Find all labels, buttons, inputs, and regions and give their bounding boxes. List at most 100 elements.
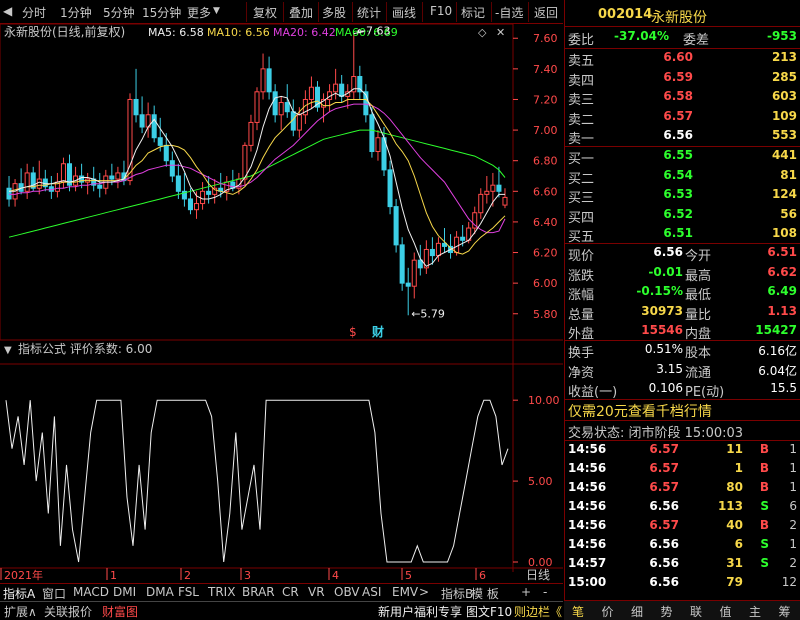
more-dropdown-icon[interactable]: ▼ — [213, 6, 220, 16]
btn-restore-rights[interactable]: 复权 — [253, 4, 277, 21]
tick-row: 14:56 6.57 80 B 1 — [565, 480, 800, 499]
candle-body — [254, 91, 260, 123]
stat-row: 涨幅 -0.15% 最低 6.49 — [565, 284, 800, 303]
indicator-tab[interactable]: 窗口 — [42, 585, 66, 602]
indicator-tab[interactable]: TRIX — [208, 585, 235, 599]
collapse-icon[interactable]: ◀ — [3, 4, 12, 18]
stat-label: 收益(一) — [568, 385, 618, 400]
tab-5min[interactable]: 5分钟 — [103, 4, 135, 21]
btn-draw-line[interactable]: 画线 — [392, 4, 416, 21]
tick-price: 6.57 — [649, 461, 679, 475]
indicator-tab[interactable]: EMV — [392, 585, 418, 599]
btn-multi-stock[interactable]: 多股 — [322, 4, 346, 21]
candle-body — [399, 244, 405, 284]
candle-body — [490, 184, 496, 192]
tab-15min[interactable]: 15分钟 — [142, 4, 181, 21]
btn-overlay[interactable]: 叠加 — [289, 4, 313, 21]
sidebar-toggle[interactable]: 则边栏《 — [514, 603, 562, 620]
tick-side: B — [759, 480, 769, 494]
tick-count: 6 — [789, 499, 797, 513]
stat-value: -0.15% — [636, 284, 683, 298]
indicator-tab[interactable]: VR — [308, 585, 325, 599]
tick-time: 14:56 — [568, 537, 607, 551]
btn-self-select[interactable]: -自选 — [495, 4, 523, 21]
bid-volume: 56 — [780, 206, 797, 221]
expand-button[interactable]: 扩展∧ — [4, 603, 37, 620]
quote-tab[interactable]: 主 — [749, 603, 761, 620]
quote-tab[interactable]: 势 — [661, 603, 673, 620]
bid-volume: 124 — [771, 187, 797, 201]
kline-chart[interactable]: 永新股份(日线,前复权) MA5: 6.58 MA10: 6.56 MA20: 6.4… — [0, 24, 563, 614]
stat-value: 6.04亿 — [758, 363, 797, 378]
tick-count: 1 — [789, 537, 797, 551]
tick-price: 6.57 — [649, 442, 679, 456]
indicator-axis-label: 10.00 — [528, 394, 560, 407]
tab-intraday[interactable]: 分时 — [22, 4, 46, 21]
wealth-chart-button[interactable]: 财富图 — [102, 603, 138, 620]
indicator-tab[interactable]: 指标B — [441, 585, 473, 602]
indicator-tab[interactable]: - — [543, 585, 547, 599]
btn-f10[interactable]: F10 — [430, 4, 452, 18]
financial-report-marker[interactable]: 财 — [371, 324, 384, 339]
new-user-promo[interactable]: 新用户福利专享 — [378, 603, 462, 620]
candle-body — [484, 190, 490, 195]
btn-statistics[interactable]: 统计 — [357, 4, 381, 21]
candle-body — [36, 178, 42, 189]
tick-side: B — [759, 442, 769, 456]
stat-value: 6.49 — [767, 284, 797, 298]
btn-back[interactable]: 返回 — [534, 4, 558, 21]
indicator-tab[interactable]: BRAR — [242, 585, 275, 599]
stat-row: 总量 30973 量比 1.13 — [565, 304, 800, 323]
close-icon[interactable]: ✕ — [496, 26, 505, 39]
quote-tab[interactable]: 值 — [720, 603, 732, 620]
panel-separator — [565, 48, 800, 49]
indicator-tab[interactable]: > — [419, 585, 429, 599]
indicator-tab[interactable]: DMI — [113, 585, 136, 599]
indicator-tab[interactable]: 模 板 — [471, 585, 499, 602]
bid-volume: 108 — [771, 226, 797, 240]
indicator-tab[interactable]: DMA — [146, 585, 174, 599]
indicator-tab[interactable]: + — [521, 585, 531, 599]
stat-label: 涨跌 — [568, 268, 595, 284]
quote-tab[interactable]: 筹 — [779, 603, 791, 620]
f10-text-button[interactable]: 图文F10 — [466, 603, 512, 620]
tab-more[interactable]: 更多 — [187, 4, 211, 21]
indicator-tab[interactable]: 指标A — [3, 585, 35, 602]
panel-separator — [565, 243, 800, 244]
tab-1min[interactable]: 1分钟 — [60, 4, 92, 21]
indicator-tab[interactable]: CR — [282, 585, 299, 599]
quote-tab[interactable]: 价 — [602, 603, 614, 620]
tick-volume: 1 — [734, 461, 743, 475]
stat-label: 净资 — [568, 365, 595, 381]
promo-row[interactable]: 仅需20元查看千档行情 — [565, 401, 800, 420]
indicator-tab[interactable]: ASI — [362, 585, 381, 599]
panel-separator — [565, 340, 800, 341]
indicator-tab[interactable]: OBV — [334, 585, 360, 599]
tick-count: 1 — [789, 461, 797, 475]
quote-tab[interactable]: 笔 — [572, 603, 584, 620]
stat-label: 量比 — [685, 307, 712, 323]
quote-tab[interactable]: 细 — [631, 603, 643, 620]
diamond-icon[interactable]: ◇ — [478, 26, 487, 39]
tick-row: 14:56 6.57 11 B 1 — [565, 442, 800, 461]
period-label[interactable]: 日线 — [526, 568, 550, 582]
price-axis-label: 7.40 — [533, 63, 558, 76]
quote-tab[interactable]: 联 — [690, 603, 702, 620]
ma5-label: MA5: 6.58 — [148, 26, 204, 39]
ma60-line — [8, 129, 506, 238]
stat-label: 涨幅 — [568, 288, 595, 303]
tick-row: 14:57 6.56 31 S 2 — [565, 556, 800, 575]
candle-body — [387, 169, 393, 208]
candle-body — [460, 236, 466, 241]
dividend-marker[interactable]: $ — [349, 325, 357, 339]
tick-count: 1 — [789, 442, 797, 456]
indicator-tab[interactable]: FSL — [178, 585, 199, 599]
indicator-menu-icon[interactable]: ▼ — [4, 345, 12, 356]
ask-row: 卖三 6.58 603 — [565, 89, 800, 108]
btn-mark[interactable]: 标记 — [461, 4, 485, 21]
candle-body — [284, 102, 290, 113]
related-quotes-button[interactable]: 关联报价 — [44, 603, 92, 620]
candle-body — [369, 114, 375, 153]
stat-label: 最低 — [685, 288, 712, 303]
indicator-tab[interactable]: MACD — [73, 585, 109, 599]
